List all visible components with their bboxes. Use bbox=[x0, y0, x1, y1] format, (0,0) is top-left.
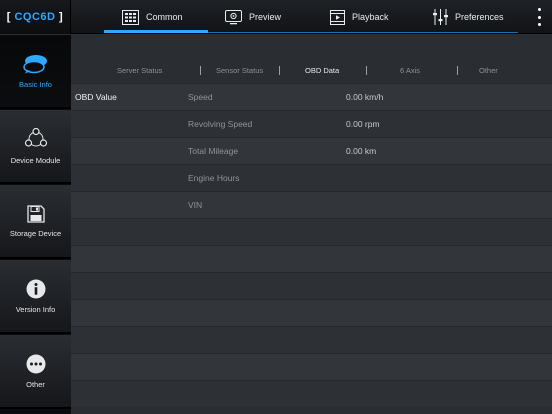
table-row: Engine Hours bbox=[71, 164, 552, 191]
more-menu-button[interactable] bbox=[536, 8, 542, 26]
empty-row bbox=[71, 353, 552, 380]
tab-preview[interactable]: Preview bbox=[225, 0, 281, 34]
chat-bubbles-icon bbox=[22, 54, 47, 73]
empty-row bbox=[71, 326, 552, 353]
table-row: OBD Value Speed 0.00 km/h bbox=[71, 83, 552, 110]
ellipsis-icon bbox=[26, 354, 45, 373]
tab-preferences[interactable]: Preferences bbox=[433, 0, 504, 34]
more-dot bbox=[537, 15, 541, 19]
sidebar-item-storage-device[interactable]: Storage Device bbox=[0, 185, 71, 259]
field-label: Total Mileage bbox=[188, 146, 239, 156]
sidebar-item-other[interactable]: Other bbox=[0, 335, 71, 409]
tab-preferences-label: Preferences bbox=[455, 12, 504, 22]
tab-common[interactable]: Common bbox=[122, 0, 183, 34]
sidebar-item-version-info[interactable]: Version Info bbox=[0, 260, 71, 334]
subtab-6-axis[interactable]: 6 Axis bbox=[400, 66, 420, 75]
section-label-obd-value: OBD Value bbox=[75, 92, 117, 102]
tab-common-label: Common bbox=[146, 12, 183, 22]
subtab-divider bbox=[200, 66, 201, 75]
empty-row bbox=[71, 245, 552, 272]
tab-playback-label: Playback bbox=[352, 12, 389, 22]
field-label: Engine Hours bbox=[188, 173, 240, 183]
subtab-divider bbox=[366, 66, 367, 75]
sidebar-item-device-module[interactable]: Device Module bbox=[0, 110, 71, 184]
subtab-divider bbox=[279, 66, 280, 75]
empty-row bbox=[71, 380, 552, 407]
tab-preview-label: Preview bbox=[249, 12, 282, 22]
floppy-icon bbox=[26, 204, 45, 223]
empty-row bbox=[71, 272, 552, 299]
field-value: 0.00 rpm bbox=[346, 119, 380, 129]
brand-logo: [ CQC6D ] bbox=[0, 0, 71, 34]
grid-icon bbox=[122, 9, 139, 25]
sidebar-item-label: Basic Info bbox=[19, 79, 52, 89]
monitor-icon bbox=[225, 9, 242, 24]
more-dot bbox=[537, 8, 541, 11]
field-value: 0.00 km/h bbox=[346, 92, 384, 102]
more-dot bbox=[537, 23, 541, 26]
field-label: Speed bbox=[188, 92, 213, 102]
sidebar-item-label: Version Info bbox=[15, 304, 56, 314]
table-row: VIN bbox=[71, 191, 552, 218]
field-value: 0.00 km bbox=[346, 146, 377, 156]
subtab-server-status[interactable]: Server Status bbox=[117, 66, 162, 75]
sliders-icon bbox=[433, 9, 448, 25]
table-row: Revolving Speed 0.00 rpm bbox=[71, 110, 552, 137]
sub-tab-bar: Server Status Sensor Status OBD Data 6 A… bbox=[71, 57, 552, 83]
subtab-sensor-status[interactable]: Sensor Status bbox=[216, 66, 263, 75]
info-icon bbox=[26, 279, 45, 298]
play-icon bbox=[330, 9, 345, 25]
tab-bar-line bbox=[208, 32, 518, 33]
brand-name: CQC6D bbox=[14, 11, 56, 23]
sidebar: Basic Info Device Module Storage Device … bbox=[0, 35, 71, 414]
table-row: Total Mileage 0.00 km bbox=[71, 137, 552, 164]
field-label: VIN bbox=[188, 200, 203, 210]
sidebar-item-label: Other bbox=[26, 379, 45, 389]
subtab-obd-data[interactable]: OBD Data bbox=[305, 66, 339, 75]
empty-row bbox=[71, 299, 552, 326]
module-icon bbox=[24, 127, 47, 147]
top-bar: [ CQC6D ] Common Preview Playback Prefer… bbox=[0, 0, 552, 34]
sidebar-item-label: Device Module bbox=[10, 155, 61, 165]
active-tab-indicator bbox=[104, 30, 208, 33]
sidebar-item-label: Storage Device bbox=[9, 228, 62, 238]
sidebar-item-basic-info[interactable]: Basic Info bbox=[0, 35, 71, 109]
empty-row bbox=[71, 218, 552, 245]
tab-playback[interactable]: Playback bbox=[330, 0, 389, 34]
subtab-divider bbox=[457, 66, 458, 75]
field-label: Revolving Speed bbox=[188, 119, 253, 129]
subtab-other[interactable]: Other bbox=[479, 66, 498, 75]
main-panel: Server Status Sensor Status OBD Data 6 A… bbox=[71, 35, 552, 414]
